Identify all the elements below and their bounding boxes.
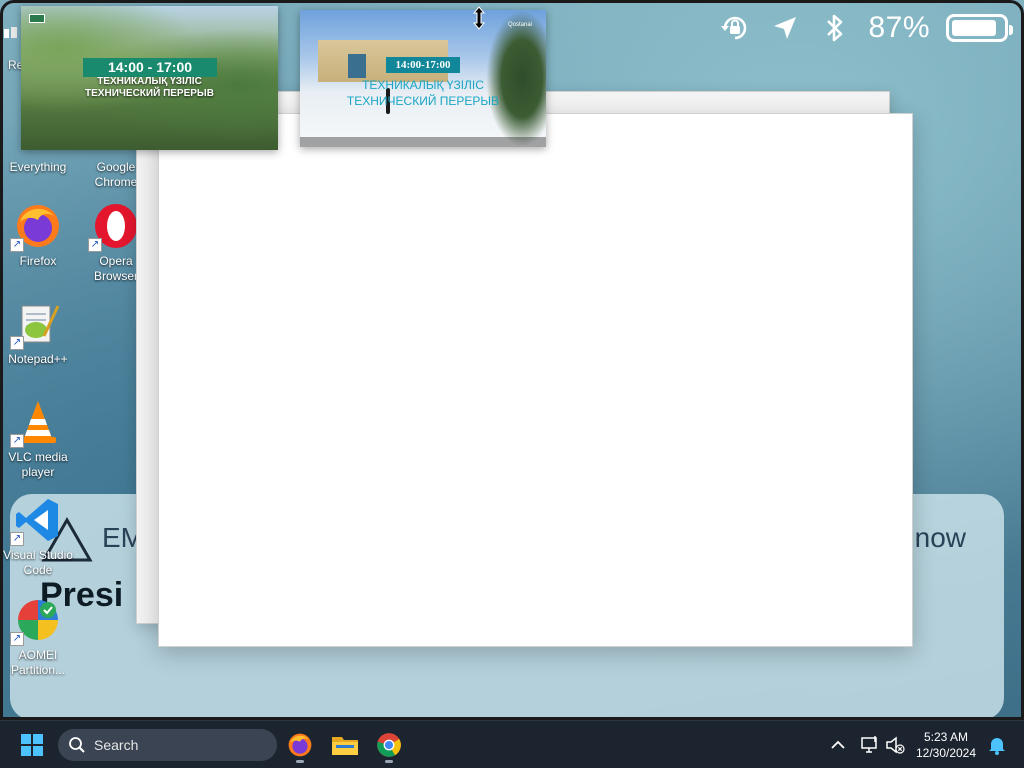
vlc-icon: ↗	[10, 398, 62, 448]
battery-percent: 87%	[868, 11, 930, 44]
channel-logo-icon	[29, 14, 45, 23]
thumbnail-bottom-strip	[300, 137, 546, 147]
notepadpp-icon: ↗	[10, 300, 62, 350]
taskbar-app-file-explorer[interactable]	[327, 727, 363, 763]
desktop-icon-notepadpp[interactable]: ↗ Notepad++	[0, 300, 76, 367]
thumbnail-subtitle-russian: ТЕХНИЧЕСКИЙ ПЕРЕРЫВ	[346, 94, 500, 108]
notification-time: now	[914, 522, 966, 553]
taskbar-clock[interactable]: 5:23 AM 12/30/2024	[914, 729, 978, 761]
location-arrow-icon	[768, 11, 802, 45]
folder-icon	[332, 737, 358, 755]
aomei-icon: ↗	[10, 596, 62, 646]
shortcut-arrow-icon: ↗	[10, 532, 24, 546]
windows-logo-icon	[21, 734, 43, 756]
desktop-icon-label: VLC media player	[8, 450, 68, 479]
running-indicator	[385, 760, 393, 763]
shortcut-arrow-icon: ↗	[10, 238, 24, 252]
desktop-icon-vlc[interactable]: ↗ VLC media player	[0, 398, 76, 480]
search-icon	[69, 737, 85, 753]
thumbnail-subtitle-kazakh: ТЕХНИКАЛЫҚ ҮЗІЛІС	[97, 76, 202, 87]
rotation-lock-icon	[718, 11, 752, 45]
thumbnail-subtitle-kazakh: ТЕХНИКАЛЫҚ ҮЗІЛІС	[362, 78, 484, 92]
network-icon[interactable]	[859, 734, 881, 756]
shortcut-arrow-icon: ↗	[10, 434, 24, 448]
shortcut-arrow-icon: ↗	[10, 336, 24, 350]
clock-date: 12/30/2024	[915, 746, 977, 760]
edge-partial-icon	[4, 26, 18, 38]
running-indicator	[296, 760, 304, 763]
bluetooth-icon	[818, 11, 852, 45]
thumbnail-corner-label: Qostanai	[507, 22, 532, 28]
wallpaper-status-bar: 87%	[718, 8, 1013, 48]
thumbnail-subtitle-russian: ТЕХНИЧЕСКИЙ ПЕРЕРЫВ	[85, 88, 214, 99]
video-thumbnail-forest[interactable]: 14:00 - 17:00 ТЕХНИКАЛЫҚ ҮЗІЛІС ТЕХНИЧЕС…	[21, 6, 278, 150]
desktop-icon-label: AOMEI Partition...	[10, 648, 66, 677]
search-placeholder: Search	[94, 737, 139, 753]
battery-icon	[946, 14, 1013, 42]
volume-muted-icon[interactable]	[884, 734, 906, 756]
shortcut-arrow-icon: ↗	[10, 632, 24, 646]
taskbar-app-firefox[interactable]	[282, 727, 318, 763]
desktop-icon-label: Firefox	[19, 254, 57, 268]
vertical-resize-cursor-icon	[472, 6, 486, 30]
thumbnail-time-banner: 14:00-17:00	[386, 57, 460, 73]
chrome-icon	[377, 733, 401, 757]
firefox-icon	[288, 733, 312, 757]
clock-time: 5:23 AM	[923, 730, 969, 744]
opera-icon: ↗	[88, 202, 140, 252]
notification-bell-icon[interactable]	[986, 734, 1008, 756]
taskbar-search-box[interactable]: Search	[58, 729, 277, 761]
desktop-icon-aomei[interactable]: ↗ AOMEI Partition...	[0, 596, 76, 678]
taskbar-app-chrome[interactable]	[371, 727, 407, 763]
start-button[interactable]	[14, 729, 50, 761]
desktop-icon-label: Notepad++	[8, 352, 68, 366]
thumbnail-time-banner: 14:00 - 17:00	[83, 58, 217, 77]
taskbar: Search 5:23 AM 12/30/2024	[0, 720, 1024, 768]
vscode-icon: ↗	[10, 496, 62, 546]
shortcut-arrow-icon: ↗	[88, 238, 102, 252]
show-hidden-icons-chevron-icon[interactable]	[828, 735, 848, 755]
desktop-icon-label: Visual Studio Code	[3, 548, 73, 577]
blank-foreground-window[interactable]	[158, 113, 913, 647]
firefox-icon: ↗	[10, 202, 62, 252]
battery-level-fill	[952, 20, 996, 36]
desktop-wallpaper: 87% EM now Presi Re Everything Google Ch…	[0, 0, 1024, 720]
desktop-icon-label: Everything	[9, 160, 67, 174]
desktop-icon-vscode[interactable]: ↗ Visual Studio Code	[0, 496, 76, 578]
desktop-icon-firefox[interactable]: ↗ Firefox	[0, 202, 76, 269]
video-thumbnail-snow-square[interactable]: Qostanai 14:00-17:00 ТЕХНИКАЛЫҚ ҮЗІЛІС Т…	[300, 10, 546, 147]
